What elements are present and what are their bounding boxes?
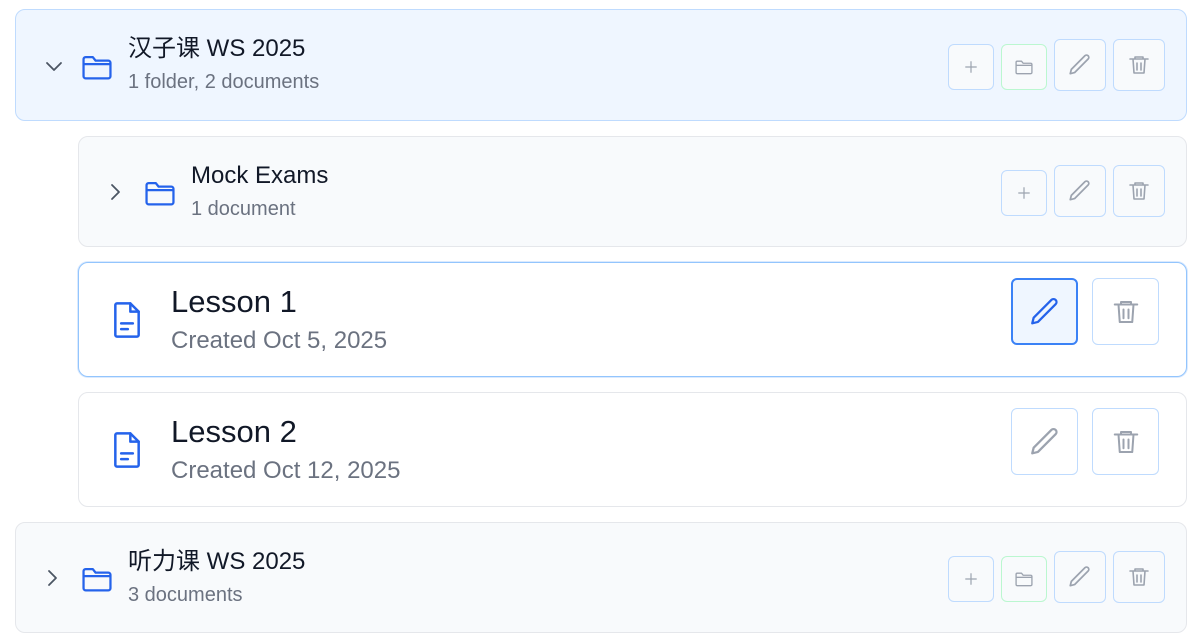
add-document-button[interactable] bbox=[948, 43, 994, 90]
document-name: Lesson 1 bbox=[171, 284, 297, 319]
add-document-button[interactable] bbox=[1001, 169, 1047, 216]
document-created-date: Created Oct 5, 2025 bbox=[171, 327, 388, 354]
trash-icon bbox=[1111, 427, 1141, 457]
chevron-right-icon[interactable] bbox=[40, 566, 64, 590]
add-folder-button[interactable] bbox=[1001, 555, 1047, 602]
delete-document-button[interactable] bbox=[1092, 278, 1159, 345]
folder-icon bbox=[80, 562, 114, 596]
edit-document-button[interactable] bbox=[1011, 278, 1078, 345]
pencil-icon bbox=[1067, 564, 1093, 590]
pencil-icon bbox=[1028, 295, 1062, 329]
trash-icon bbox=[1127, 53, 1151, 77]
document-row-lesson-1[interactable]: Lesson 1 Created Oct 5, 2025 bbox=[78, 262, 1187, 377]
document-row-lesson-2[interactable]: Lesson 2 Created Oct 12, 2025 bbox=[78, 392, 1187, 507]
chevron-right-icon[interactable] bbox=[103, 180, 127, 204]
document-icon bbox=[110, 300, 144, 340]
folder-plus-icon bbox=[1014, 57, 1034, 77]
delete-document-button[interactable] bbox=[1092, 408, 1159, 475]
trash-icon bbox=[1127, 179, 1151, 203]
folder-meta: 1 folder, 2 documents bbox=[128, 71, 320, 93]
chevron-down-icon[interactable] bbox=[42, 54, 66, 78]
folder-row-hanzi[interactable]: 汉子课 WS 2025 1 folder, 2 documents bbox=[15, 9, 1187, 121]
folder-icon bbox=[143, 176, 177, 210]
folder-plus-icon bbox=[1014, 569, 1034, 589]
trash-icon bbox=[1127, 565, 1151, 589]
folder-row-tingli[interactable]: 听力课 WS 2025 3 documents bbox=[15, 522, 1187, 633]
document-name: Lesson 2 bbox=[171, 414, 297, 449]
add-document-button[interactable] bbox=[948, 555, 994, 602]
document-icon bbox=[110, 430, 144, 470]
add-folder-button[interactable] bbox=[1001, 43, 1047, 90]
pencil-icon bbox=[1067, 52, 1093, 78]
edit-folder-button[interactable] bbox=[1054, 39, 1106, 91]
document-created-date: Created Oct 12, 2025 bbox=[171, 457, 401, 484]
delete-folder-button[interactable] bbox=[1113, 39, 1165, 91]
pencil-icon bbox=[1028, 425, 1062, 459]
edit-folder-button[interactable] bbox=[1054, 165, 1106, 217]
folder-meta: 3 documents bbox=[128, 584, 243, 606]
plus-icon bbox=[962, 58, 980, 76]
folder-meta: 1 document bbox=[191, 198, 296, 220]
pencil-icon bbox=[1067, 178, 1093, 204]
trash-icon bbox=[1111, 297, 1141, 327]
folder-name: Mock Exams bbox=[191, 162, 329, 189]
delete-folder-button[interactable] bbox=[1113, 551, 1165, 603]
folder-name: 汉子课 WS 2025 bbox=[128, 35, 306, 62]
delete-folder-button[interactable] bbox=[1113, 165, 1165, 217]
plus-icon bbox=[1015, 184, 1033, 202]
edit-folder-button[interactable] bbox=[1054, 551, 1106, 603]
folder-row-mock-exams[interactable]: Mock Exams 1 document bbox=[78, 136, 1187, 247]
edit-document-button[interactable] bbox=[1011, 408, 1078, 475]
folder-name: 听力课 WS 2025 bbox=[128, 548, 306, 575]
plus-icon bbox=[962, 570, 980, 588]
folder-icon bbox=[80, 50, 114, 84]
